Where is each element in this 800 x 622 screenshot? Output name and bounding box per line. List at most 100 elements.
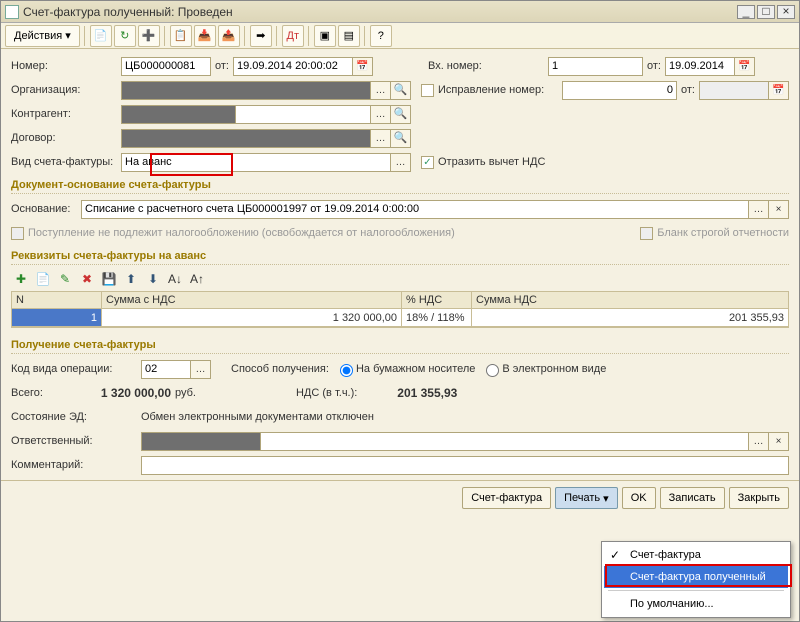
incoming-date-calendar-icon[interactable]: 📅 xyxy=(735,57,755,76)
contract-view-icon[interactable]: 🔍 xyxy=(391,129,411,148)
add-row-icon[interactable]: ✚ xyxy=(11,269,31,289)
tool-post-icon[interactable]: ↻ xyxy=(114,25,136,47)
type-select-button[interactable]: … xyxy=(391,153,411,172)
cell-vat[interactable]: 201 355,93 xyxy=(472,309,789,327)
tool-copy-icon[interactable]: 📄 xyxy=(90,25,112,47)
menu-item-default[interactable]: По умолчанию... xyxy=(604,593,788,615)
basis-clear-button[interactable]: × xyxy=(769,200,789,219)
edit-row-icon[interactable]: ✎ xyxy=(55,269,75,289)
cell-sum[interactable]: 1 320 000,00 xyxy=(102,309,402,327)
method-label: Способ получения: xyxy=(231,363,329,375)
org-label: Организация: xyxy=(11,84,121,96)
row-opcode: Код вида операции: … Способ получения: Н… xyxy=(11,358,789,380)
cell-rate[interactable]: 18% / 118% xyxy=(402,309,472,327)
radio-paper[interactable] xyxy=(340,364,353,377)
contract-label: Договор: xyxy=(11,132,121,144)
tool-struct-icon[interactable]: ▣ xyxy=(314,25,336,47)
row-contract: Договор: … 🔍 xyxy=(11,127,789,149)
copy-row-icon[interactable]: 📄 xyxy=(33,269,53,289)
minimize-button[interactable]: _ xyxy=(737,5,755,19)
maximize-button[interactable]: □ xyxy=(757,5,775,19)
menu-item-invoice[interactable]: ✓ Счет-фактура xyxy=(604,544,788,566)
radio-electronic[interactable] xyxy=(486,364,499,377)
reflect-vat-checkbox[interactable]: ✓ xyxy=(421,156,434,169)
table-header-row: N Сумма с НДС % НДС Сумма НДС xyxy=(12,292,789,309)
type-input[interactable] xyxy=(121,153,391,172)
check-icon: ✓ xyxy=(610,548,620,562)
vat-value: 201 355,93 xyxy=(367,386,457,400)
table-row[interactable]: 1 1 320 000,00 18% / 118% 201 355,93 xyxy=(12,309,789,327)
sort-asc-icon[interactable]: A↓ xyxy=(165,269,185,289)
main-window: Счет-фактура полученный: Проведен _ □ × … xyxy=(0,0,800,622)
contract-input[interactable] xyxy=(121,129,371,148)
tool-report-icon[interactable]: ▤ xyxy=(338,25,360,47)
move-down-icon[interactable]: ⬇ xyxy=(143,269,163,289)
tool-clipboard-icon[interactable]: 📋 xyxy=(170,25,192,47)
ed-state-value: Обмен электронными документами отключен xyxy=(141,411,374,423)
ok-button[interactable]: OK xyxy=(622,487,656,509)
responsible-label: Ответственный: xyxy=(11,435,141,447)
tool-dtkt-icon[interactable]: Дт xyxy=(282,25,304,47)
counterparty-label: Контрагент: xyxy=(11,108,121,120)
row-responsible: Ответственный: … × xyxy=(11,430,789,452)
no-tax-label: Поступление не подлежит налогообложению … xyxy=(28,227,455,239)
strict-form-checkbox xyxy=(640,227,653,240)
radio-electronic-label: В электронном виде xyxy=(502,363,606,375)
close-button[interactable]: Закрыть xyxy=(729,487,789,509)
contract-select-button[interactable]: … xyxy=(371,129,391,148)
number-input[interactable] xyxy=(121,57,211,76)
org-input[interactable] xyxy=(121,81,371,100)
col-rate[interactable]: % НДС xyxy=(402,292,472,309)
save-button[interactable]: Записать xyxy=(660,487,725,509)
responsible-select-button[interactable]: … xyxy=(749,432,769,451)
responsible-clear-button[interactable]: × xyxy=(769,432,789,451)
actions-dropdown[interactable]: Действия ▾ xyxy=(5,25,80,47)
date-input[interactable] xyxy=(233,57,353,76)
sort-desc-icon[interactable]: A↑ xyxy=(187,269,207,289)
save-row-icon[interactable]: 💾 xyxy=(99,269,119,289)
help-icon[interactable]: ? xyxy=(370,25,392,47)
correction-from-label: от: xyxy=(681,84,695,96)
tool-go-icon[interactable]: ➡ xyxy=(250,25,272,47)
opcode-select-button[interactable]: … xyxy=(191,360,211,379)
cell-n[interactable]: 1 xyxy=(12,309,102,327)
incoming-number-input[interactable] xyxy=(548,57,643,76)
invoice-button[interactable]: Счет-фактура xyxy=(462,487,551,509)
basis-select-button[interactable]: … xyxy=(749,200,769,219)
date-calendar-icon[interactable]: 📅 xyxy=(353,57,373,76)
comment-input[interactable] xyxy=(141,456,789,475)
counterparty-input[interactable] xyxy=(121,105,236,124)
basis-label: Основание: xyxy=(11,203,81,215)
counterparty-select-button[interactable]: … xyxy=(371,105,391,124)
incoming-label: Вх. номер: xyxy=(428,60,548,72)
correction-checkbox[interactable] xyxy=(421,84,434,97)
counterparty-view-icon[interactable]: 🔍 xyxy=(391,105,411,124)
incoming-date-input[interactable] xyxy=(665,57,735,76)
row-basis: Основание: … × xyxy=(11,198,789,220)
tool-new-icon[interactable]: ➕ xyxy=(138,25,160,47)
strict-form-label: Бланк строгой отчетности xyxy=(657,227,789,239)
close-window-button[interactable]: × xyxy=(777,5,795,19)
org-select-button[interactable]: … xyxy=(371,81,391,100)
tool-post2-icon[interactable]: 📥 xyxy=(194,25,216,47)
basis-input[interactable] xyxy=(81,200,749,219)
move-up-icon[interactable]: ⬆ xyxy=(121,269,141,289)
reflect-vat-label: Отразить вычет НДС xyxy=(438,156,545,168)
row-org: Организация: … 🔍 Исправление номер: от: … xyxy=(11,79,789,101)
col-vat[interactable]: Сумма НДС xyxy=(472,292,789,309)
menu-item-received-invoice[interactable]: Счет-фактура полученный xyxy=(604,566,788,588)
menu-separator xyxy=(608,590,784,591)
row-ed-state: Состояние ЭД: Обмен электронными докумен… xyxy=(11,406,789,428)
col-sum[interactable]: Сумма с НДС xyxy=(102,292,402,309)
correction-number-input[interactable] xyxy=(562,81,677,100)
incoming-from-label: от: xyxy=(647,60,661,72)
delete-row-icon[interactable]: ✖ xyxy=(77,269,97,289)
tool-unpost-icon[interactable]: 📤 xyxy=(218,25,240,47)
responsible-input[interactable] xyxy=(141,432,261,451)
opcode-input[interactable] xyxy=(141,360,191,379)
correction-calendar-icon[interactable]: 📅 xyxy=(769,81,789,100)
print-button[interactable]: Печать ▾ xyxy=(555,487,618,509)
row-comment: Комментарий: xyxy=(11,454,789,476)
org-view-icon[interactable]: 🔍 xyxy=(391,81,411,100)
col-n[interactable]: N xyxy=(12,292,102,309)
